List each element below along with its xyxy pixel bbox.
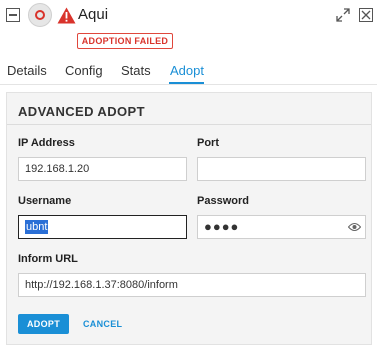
active-tab-indicator [169, 82, 204, 84]
tab-adopt[interactable]: Adopt [170, 63, 204, 78]
password-input[interactable]: ●●●● [197, 215, 366, 239]
divider [7, 124, 371, 125]
username-input[interactable]: ubnt [18, 215, 187, 239]
inform-url-label: Inform URL [18, 253, 78, 265]
tab-config[interactable]: Config [65, 63, 103, 78]
ip-address-input[interactable]: 192.168.1.20 [18, 157, 187, 181]
port-label: Port [197, 137, 219, 149]
collapse-icon[interactable] [6, 8, 20, 22]
warning-icon [57, 7, 76, 24]
password-label: Password [197, 195, 249, 207]
close-icon[interactable] [359, 8, 373, 22]
username-label: Username [18, 195, 72, 207]
expand-icon[interactable] [336, 8, 350, 22]
port-input[interactable] [197, 157, 366, 181]
tab-details[interactable]: Details [7, 63, 47, 78]
adopt-button[interactable]: ADOPT [18, 314, 69, 334]
tab-bar: Details Config Stats Adopt [0, 57, 377, 85]
device-icon [28, 3, 52, 27]
ip-address-label: IP Address [18, 137, 75, 149]
status-badge: ADOPTION FAILED [77, 33, 173, 49]
advanced-adopt-panel: ADVANCED ADOPT IP Address 192.168.1.20 P… [6, 92, 372, 345]
panel-header: Aqui ADOPTION FAILED [0, 0, 377, 57]
password-value: ●●●● [204, 219, 240, 234]
cancel-button[interactable]: CANCEL [83, 314, 122, 334]
username-value: ubnt [25, 220, 49, 234]
eye-icon[interactable] [348, 221, 361, 233]
inform-url-input[interactable]: http://192.168.1.37:8080/inform [18, 273, 366, 297]
device-name: Aqui [78, 6, 109, 23]
panel-title: ADVANCED ADOPT [18, 104, 145, 119]
tab-stats[interactable]: Stats [121, 63, 151, 78]
